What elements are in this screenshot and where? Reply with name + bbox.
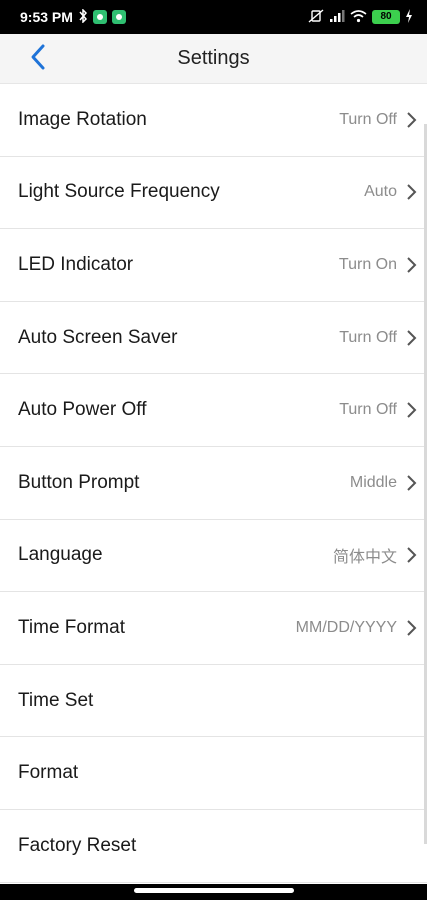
setting-label: Language (18, 544, 103, 566)
status-time: 9:53 PM (20, 9, 73, 25)
setting-button-prompt[interactable]: Button Prompt Middle (0, 446, 427, 520)
chevron-right-icon (405, 401, 417, 419)
battery-level: 80 (372, 10, 400, 24)
settings-screen: Settings Image Rotation Turn Off Light S… (0, 34, 427, 884)
chevron-left-icon (30, 43, 46, 76)
setting-label: Light Source Frequency (18, 181, 220, 203)
setting-label: Button Prompt (18, 471, 140, 493)
chevron-right-icon (405, 183, 417, 201)
setting-right: Turn Off (339, 329, 417, 347)
setting-right: Turn On (339, 256, 417, 274)
setting-label: Time Format (18, 616, 125, 638)
app-notification-icon-2 (111, 10, 126, 24)
vibrate-off-icon (308, 8, 324, 26)
chevron-right-icon (405, 111, 417, 129)
setting-label: Auto Screen Saver (18, 326, 178, 348)
setting-right: Middle (350, 474, 417, 492)
setting-right: 简体中文 (333, 543, 417, 567)
setting-value: MM/DD/YYYY (295, 618, 397, 636)
setting-right: Turn Off (339, 401, 417, 419)
home-indicator[interactable] (134, 888, 294, 893)
chevron-right-icon (405, 619, 417, 637)
signal-icon (329, 9, 345, 26)
chevron-right-icon (405, 329, 417, 347)
setting-label: Factory Reset (18, 834, 137, 856)
setting-led-indicator[interactable]: LED Indicator Turn On (0, 229, 427, 302)
setting-value: Turn On (338, 255, 397, 273)
status-right: 80 (308, 8, 413, 26)
setting-label: Time Set (18, 689, 94, 711)
chevron-right-icon (405, 474, 417, 492)
setting-light-source-frequency[interactable]: Light Source Frequency Auto (0, 156, 427, 230)
setting-image-rotation[interactable]: Image Rotation Turn Off (0, 84, 427, 157)
chevron-right-icon (405, 546, 417, 564)
setting-factory-reset[interactable]: Factory Reset (0, 809, 427, 883)
setting-value: 简体中文 (332, 549, 397, 567)
setting-value: Turn Off (339, 110, 397, 128)
setting-format[interactable]: Format (0, 737, 427, 810)
status-bar: 9:53 PM 80 (0, 0, 427, 34)
setting-right: MM/DD/YYYY (296, 619, 417, 637)
back-button[interactable] (18, 40, 58, 78)
setting-auto-power-off[interactable]: Auto Power Off Turn Off (0, 374, 427, 447)
setting-label: Image Rotation (18, 108, 147, 130)
bluetooth-icon (78, 7, 88, 26)
setting-value: Middle (349, 473, 397, 491)
page-title: Settings (177, 47, 250, 69)
charging-icon (405, 8, 413, 26)
setting-label: Format (18, 762, 79, 784)
chevron-right-icon (405, 256, 417, 274)
setting-value: Turn Off (339, 328, 397, 346)
settings-list: Image Rotation Turn Off Light Source Fre… (0, 84, 427, 883)
setting-right: Turn Off (339, 111, 417, 129)
setting-label: LED Indicator (18, 253, 134, 275)
setting-language[interactable]: Language 简体中文 (0, 519, 427, 593)
setting-auto-screen-saver[interactable]: Auto Screen Saver Turn Off (0, 301, 427, 375)
setting-right: Auto (364, 183, 417, 201)
setting-time-format[interactable]: Time Format MM/DD/YYYY (0, 592, 427, 665)
setting-label: Auto Power Off (18, 399, 147, 421)
setting-time-set[interactable]: Time Set (0, 664, 427, 738)
header: Settings (0, 34, 427, 84)
status-left: 9:53 PM (20, 7, 126, 26)
app-notification-icon (92, 10, 107, 24)
setting-value: Turn Off (339, 401, 397, 419)
wifi-icon (350, 9, 367, 26)
setting-value: Auto (364, 183, 397, 201)
